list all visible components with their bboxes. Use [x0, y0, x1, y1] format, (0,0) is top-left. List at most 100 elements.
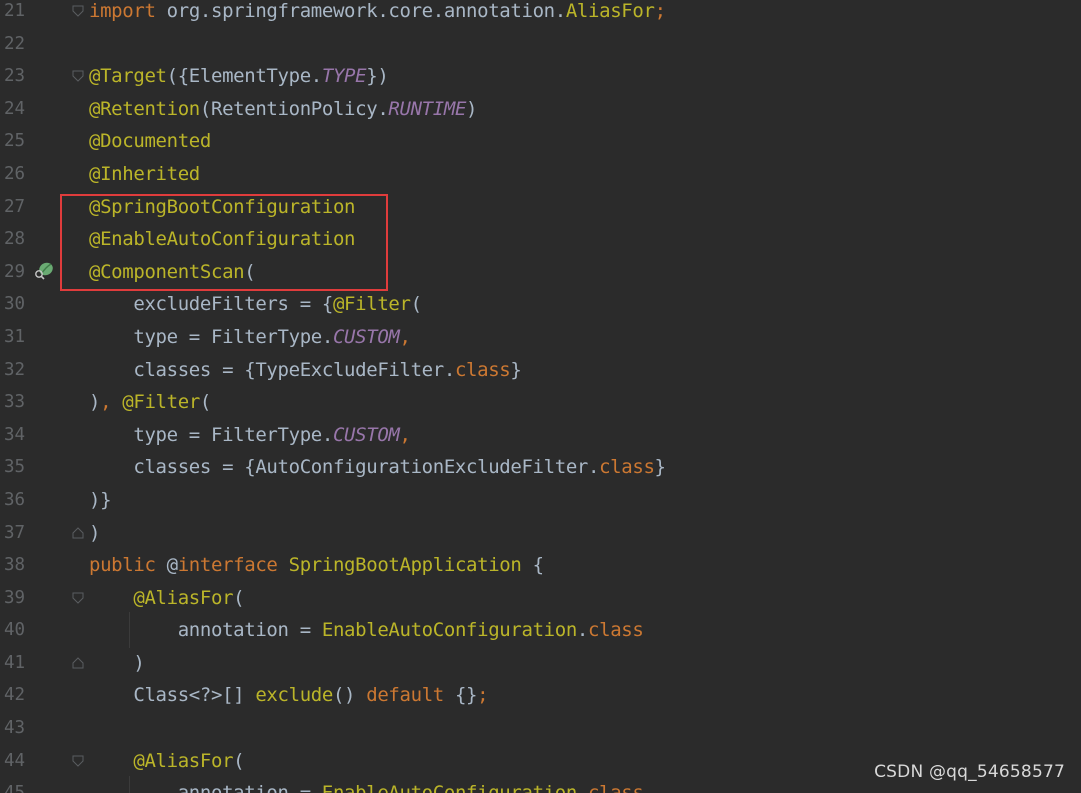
line-number[interactable]: 25 [4, 125, 26, 158]
line-number[interactable]: 38 [4, 549, 26, 582]
code-text[interactable]: classes = {AutoConfigurationExcludeFilte… [89, 451, 666, 484]
code-line[interactable]: 33 ), @Filter( [0, 386, 1081, 419]
code-line[interactable]: 22 [0, 28, 1081, 61]
code-line[interactable]: 42 Class<?>[] exclude() default {}; [0, 679, 1081, 712]
line-number[interactable]: 21 [4, 0, 26, 28]
code-line[interactable]: 27 @SpringBootConfiguration [0, 191, 1081, 224]
line-number[interactable]: 27 [4, 191, 26, 224]
code-text[interactable]: @SpringBootConfiguration [89, 191, 355, 224]
code-text[interactable]: ) [89, 647, 144, 680]
code-line[interactable]: 29 @ComponentScan( [0, 256, 1081, 289]
code-text[interactable]: @EnableAutoConfiguration [89, 223, 355, 256]
line-number[interactable]: 23 [4, 60, 26, 93]
code-text[interactable]: type = FilterType.CUSTOM, [89, 419, 411, 452]
code-text[interactable]: ), @Filter( [89, 386, 211, 419]
code-line[interactable]: 24 @Retention(RetentionPolicy.RUNTIME) [0, 93, 1081, 126]
code-token: EnableAutoConfiguration [321, 619, 577, 642]
fold-start-icon[interactable] [72, 5, 84, 17]
code-text[interactable]: @Retention(RetentionPolicy.RUNTIME) [89, 93, 477, 126]
code-line[interactable]: 37) [0, 517, 1081, 550]
line-number[interactable]: 40 [4, 614, 26, 647]
fold-end-icon[interactable] [72, 526, 84, 539]
code-line[interactable]: 41 ) [0, 647, 1081, 680]
line-number[interactable]: 26 [4, 158, 26, 191]
code-text[interactable]: )} [89, 484, 112, 517]
code-text[interactable]: public @interface SpringBootApplication … [89, 549, 544, 582]
code-line[interactable]: 25 @Documented [0, 125, 1081, 158]
spring-bean-icon[interactable] [33, 261, 55, 281]
fold-start-icon[interactable] [72, 755, 84, 767]
code-lines: 21 import org.springframework.core.annota… [0, 0, 1081, 793]
code-text[interactable]: annotation = EnableAutoConfiguration.cla… [89, 614, 644, 647]
code-text[interactable]: annotation = EnableAutoConfiguration.cla… [89, 777, 644, 793]
line-number[interactable]: 42 [4, 679, 26, 712]
code-text[interactable]: @AliasFor( [89, 582, 244, 615]
code-line[interactable]: 23 @Target({ElementType.TYPE}) [0, 60, 1081, 93]
code-text[interactable]: ) [89, 517, 100, 550]
line-number[interactable]: 44 [4, 745, 26, 778]
code-token: @Retention [89, 97, 200, 120]
code-line[interactable]: 35 classes = {AutoConfigurationExcludeFi… [0, 451, 1081, 484]
code-token: ( [244, 260, 256, 283]
code-text[interactable]: @AliasFor( [89, 745, 244, 778]
code-line[interactable]: 38 public @interface SpringBootApplicatio… [0, 549, 1081, 582]
code-token: ) [466, 97, 478, 120]
line-number[interactable]: 37 [4, 517, 26, 550]
code-token: class [588, 619, 644, 642]
fold-start-icon[interactable] [72, 70, 84, 82]
code-token: @Filter [332, 293, 411, 316]
code-line[interactable]: 34 type = FilterType.CUSTOM, [0, 419, 1081, 452]
code-token: ( [233, 749, 245, 772]
code-line[interactable]: 32 classes = {TypeExcludeFilter.class} [0, 354, 1081, 387]
code-token: @ [166, 554, 178, 577]
code-text[interactable]: @ComponentScan( [89, 256, 256, 289]
code-line[interactable]: 40 annotation = EnableAutoConfiguration.… [0, 614, 1081, 647]
line-number[interactable]: 30 [4, 288, 26, 321]
line-number[interactable]: 22 [4, 28, 26, 61]
code-text[interactable]: @Documented [89, 125, 211, 158]
line-number[interactable]: 24 [4, 93, 26, 126]
code-line[interactable]: 43 [0, 712, 1081, 745]
line-number[interactable]: 32 [4, 354, 26, 387]
code-token: classes = {TypeExcludeFilter. [89, 358, 455, 381]
code-text[interactable]: type = FilterType.CUSTOM, [89, 321, 411, 354]
line-number[interactable]: 34 [4, 419, 26, 452]
line-number[interactable]: 39 [4, 582, 26, 615]
code-token: EnableAutoConfiguration [322, 782, 577, 793]
line-number[interactable]: 29 [4, 256, 26, 289]
code-text[interactable]: @Target({ElementType.TYPE}) [89, 60, 389, 93]
line-number[interactable]: 43 [4, 712, 26, 745]
code-line[interactable]: 26 @Inherited [0, 158, 1081, 191]
code-line[interactable]: 31 type = FilterType.CUSTOM, [0, 321, 1081, 354]
line-number[interactable]: 28 [4, 223, 26, 256]
code-line[interactable]: 21 import org.springframework.core.annota… [0, 0, 1081, 28]
code-token: )} [89, 488, 112, 511]
code-token: @AliasFor [133, 749, 234, 772]
code-text[interactable]: classes = {TypeExcludeFilter.class} [89, 354, 521, 387]
code-token: @SpringBootConfiguration [89, 195, 356, 218]
code-text[interactable]: import org.springframework.core.annotati… [89, 0, 666, 28]
line-number[interactable]: 36 [4, 484, 26, 517]
line-number[interactable]: 41 [4, 647, 26, 680]
fold-end-icon[interactable] [72, 657, 84, 669]
code-text[interactable]: @Inherited [89, 158, 200, 191]
line-number[interactable]: 33 [4, 386, 26, 419]
code-token: . [577, 782, 588, 793]
code-line[interactable]: 28 @EnableAutoConfiguration [0, 223, 1081, 256]
line-number[interactable]: 45 [4, 777, 26, 793]
code-text[interactable]: Class<?>[] exclude() default {}; [89, 679, 488, 712]
code-editor[interactable]: 21 import org.springframework.core.annota… [0, 0, 1081, 793]
code-text[interactable]: excludeFilters = {@Filter( [89, 288, 422, 321]
line-number[interactable]: 31 [4, 321, 26, 354]
fold-start-icon[interactable] [72, 592, 84, 604]
code-token: class [599, 456, 655, 479]
line-number[interactable]: 35 [4, 451, 26, 484]
code-token: , [399, 423, 411, 446]
code-token: ( [233, 586, 245, 609]
code-line[interactable]: 36)} [0, 484, 1081, 517]
code-line[interactable]: 39 @AliasFor( [0, 582, 1081, 615]
code-token: type = FilterType. [89, 423, 333, 446]
code-line[interactable]: 30 excludeFilters = {@Filter( [0, 288, 1081, 321]
